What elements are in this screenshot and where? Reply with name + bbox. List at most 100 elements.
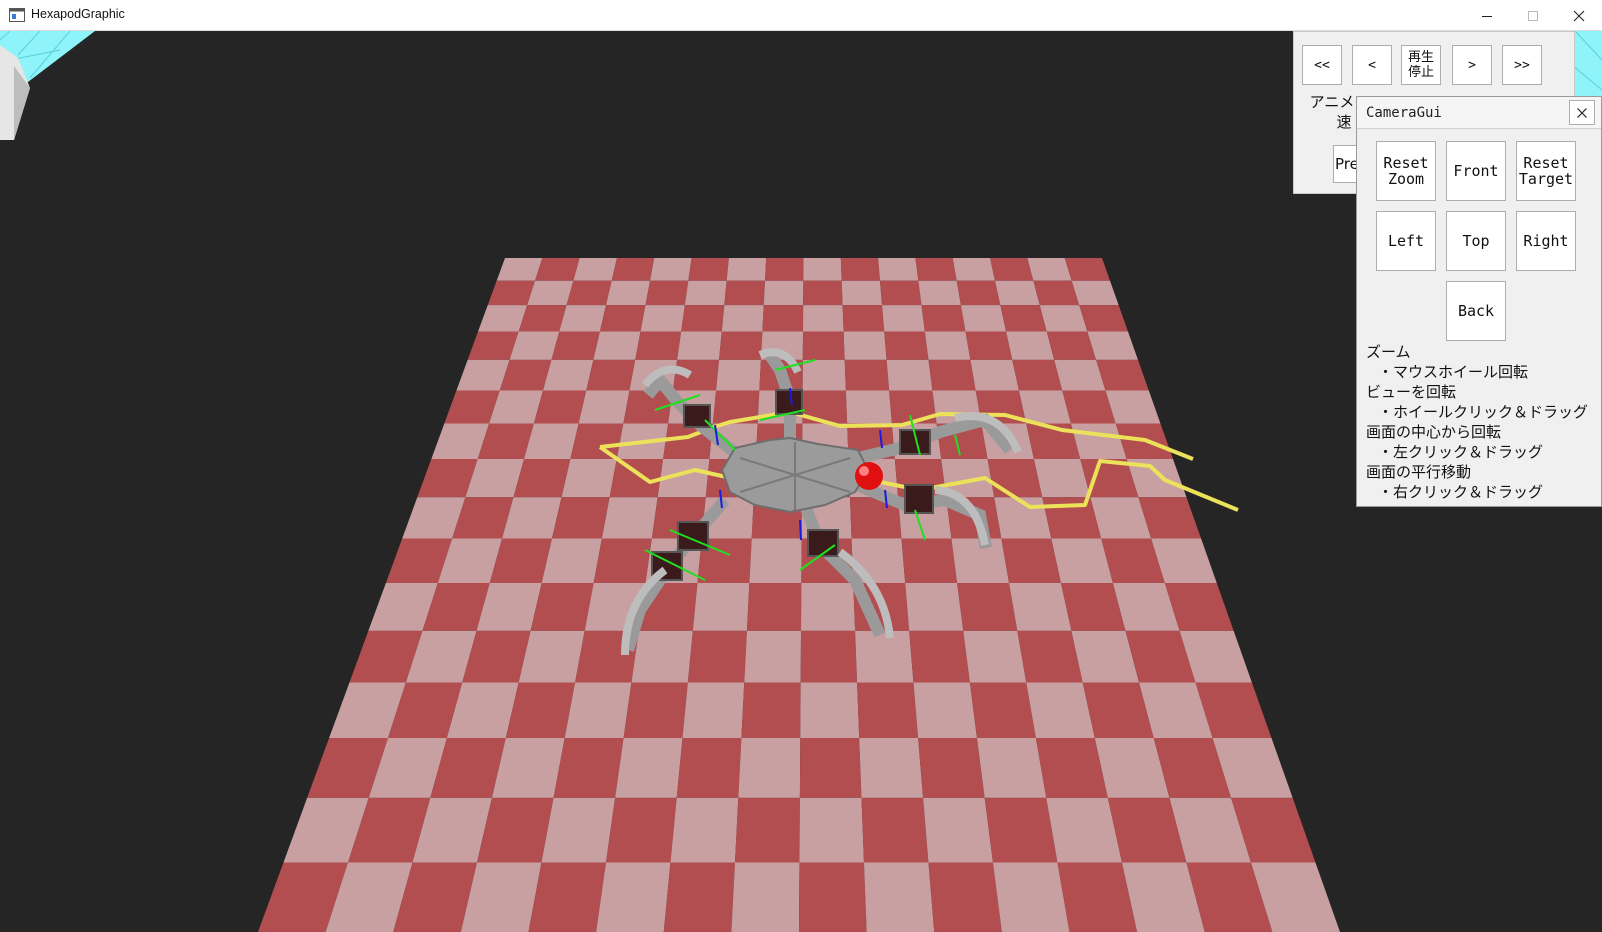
floor-tile (844, 359, 890, 391)
prev-frame-button[interactable]: < (1352, 45, 1392, 85)
last-frame-button[interactable]: >> (1502, 45, 1542, 85)
floor-tile (551, 497, 610, 539)
floor-tile (615, 738, 683, 798)
floor-tile (682, 682, 745, 739)
floor-tile (923, 797, 993, 863)
floor-tile (840, 258, 881, 281)
floor-tile (684, 280, 727, 306)
floor-tile (762, 305, 804, 332)
right-view-button[interactable]: Right (1516, 211, 1576, 271)
floor-tile (744, 630, 802, 683)
help-item-zoom: ・マウスホイール回転 (1378, 363, 1529, 381)
floor-tile (650, 258, 692, 281)
floor-tile (663, 862, 735, 932)
camera-gui-window: CameraGui Reset Zoom Front Reset Target … (1356, 96, 1602, 507)
floor-tile (799, 738, 862, 798)
first-frame-button[interactable]: << (1302, 45, 1342, 85)
floor-tile (842, 305, 885, 332)
reset-zoom-button[interactable]: Reset Zoom (1376, 141, 1436, 201)
floor-tile (623, 682, 688, 739)
floor-tile (800, 630, 858, 683)
floor-tile (843, 331, 887, 360)
floor-tile (901, 538, 958, 583)
floor-tile (601, 497, 658, 539)
app-window-icon (9, 8, 25, 22)
floor-tile (801, 582, 856, 631)
floor-tile (721, 305, 764, 332)
camera-gui-close-button[interactable] (1569, 100, 1595, 125)
play-stop-label-line2: 停止 (1407, 65, 1434, 80)
floor-tile (676, 738, 742, 798)
help-item-rotate-center: ・左クリック＆ドラッグ (1378, 443, 1544, 461)
floor-tile (573, 258, 617, 281)
close-window-button[interactable] (1556, 0, 1602, 31)
window-title: HexapodGraphic (31, 7, 125, 21)
center-of-mass-marker (855, 462, 883, 490)
front-view-button[interactable]: Front (1446, 141, 1506, 201)
floor-tile (724, 280, 766, 306)
floor-tile (593, 331, 641, 360)
camera-gui-title: CameraGui (1366, 105, 1442, 121)
window-titlebar[interactable]: HexapodGraphic (0, 0, 1602, 31)
next-frame-button[interactable]: > (1452, 45, 1492, 85)
floor-tile (803, 280, 843, 306)
floor-tile (884, 331, 929, 360)
floor-tile (599, 305, 646, 332)
floor-tile (535, 258, 580, 281)
floor-tile (561, 459, 617, 498)
floor-tile (841, 280, 883, 306)
floor-tile (855, 630, 914, 683)
maximize-button[interactable] (1510, 0, 1556, 31)
minimize-button[interactable] (1464, 0, 1510, 31)
floor-tile (963, 630, 1027, 683)
floor-tile (670, 797, 739, 863)
help-item-rotate-view: ・ホイールクリック＆ドラッグ (1378, 403, 1589, 421)
floor-tile (719, 331, 763, 360)
floor-tile (1018, 390, 1071, 424)
help-heading-rotate-view: ビューを回転 (1366, 383, 1457, 401)
floor-tile (1027, 258, 1072, 281)
floor-tile (845, 390, 892, 424)
floor-tile (882, 305, 925, 332)
floor-tile (970, 359, 1019, 391)
camera-gui-titlebar[interactable]: CameraGui (1357, 97, 1601, 129)
floor-tile (987, 459, 1043, 498)
floor-tile (640, 305, 685, 332)
floor-tile (799, 862, 867, 932)
floor-tile (672, 359, 720, 391)
floor-tile (915, 258, 957, 281)
floor-tile (586, 359, 636, 391)
floor-tile (969, 682, 1036, 739)
help-heading-pan: 画面の平行移動 (1366, 463, 1472, 481)
maximize-icon (1528, 10, 1538, 21)
floor-tile (1006, 331, 1055, 360)
animation-speed-label-line1: アニメ (1309, 93, 1355, 111)
floor-tile (918, 280, 961, 306)
floor-tile (960, 305, 1007, 332)
floor-tile (1001, 538, 1061, 583)
floor-tile (763, 280, 804, 306)
floor-tile (566, 280, 612, 306)
floor-tile (692, 582, 750, 631)
floor-tile (541, 797, 616, 863)
back-view-button[interactable]: Back (1446, 281, 1506, 341)
floor-tile (995, 280, 1040, 306)
reset-target-label-line2: Target (1518, 170, 1574, 188)
floor-tile (965, 331, 1013, 360)
floor-tile (738, 738, 801, 798)
left-view-button[interactable]: Left (1376, 211, 1436, 271)
floor-tile (551, 331, 600, 360)
play-stop-button[interactable]: 再生 停止 (1401, 45, 1441, 85)
floor-tile (956, 280, 1001, 306)
floor-tile (596, 862, 671, 932)
floor-tile (924, 331, 971, 360)
floor-tile (726, 258, 767, 281)
floor-tile (886, 359, 933, 391)
floor-tile (803, 258, 842, 281)
floor-tile (984, 797, 1058, 863)
reset-target-button[interactable]: Reset Target (1516, 141, 1576, 201)
floor-tile (880, 280, 922, 306)
top-view-button[interactable]: Top (1446, 211, 1506, 271)
floor-tile (803, 305, 844, 332)
play-stop-label-line1: 再生 (1407, 50, 1434, 65)
